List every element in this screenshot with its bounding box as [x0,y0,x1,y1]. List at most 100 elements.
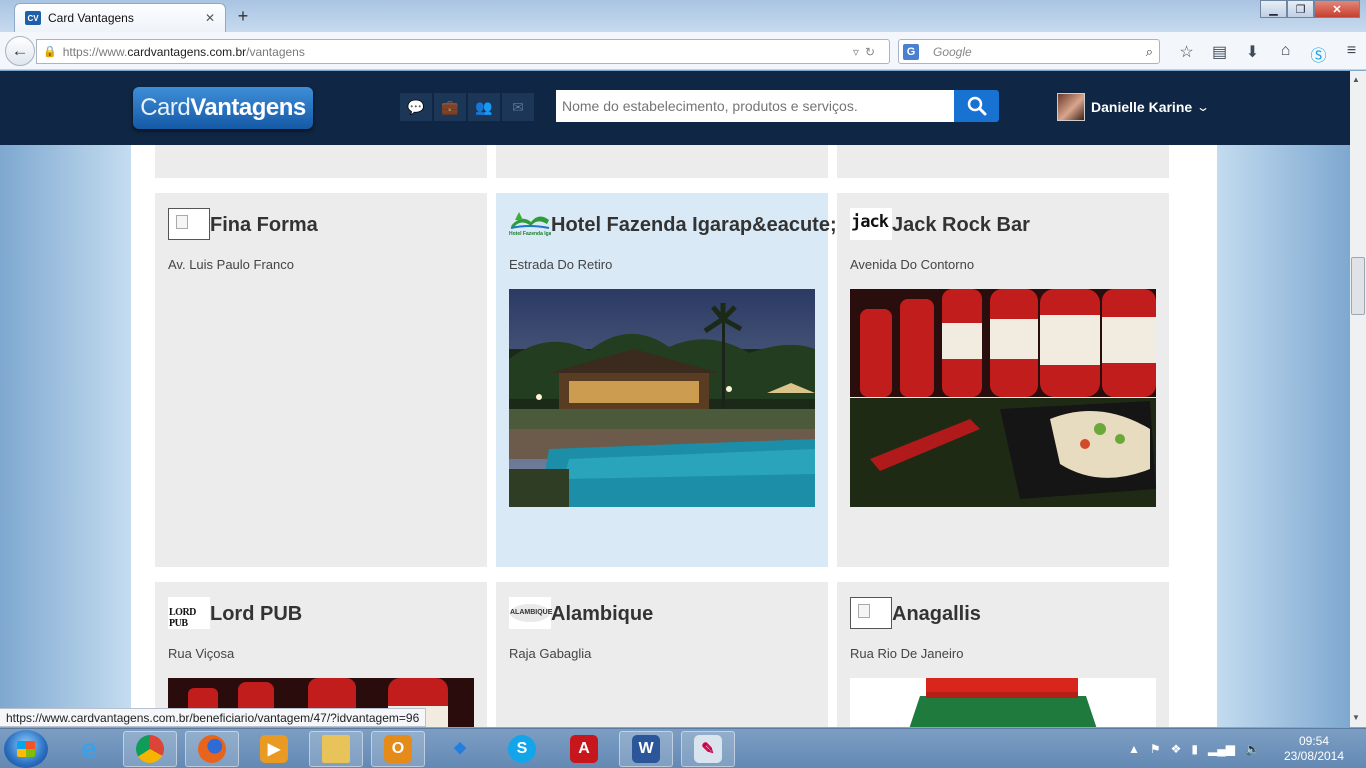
file-explorer-icon[interactable] [309,731,363,767]
acrobat-icon[interactable]: A [557,731,611,767]
establishment-card[interactable]: Hotel Fazenda Igarapés Hotel Fazenda Iga… [496,193,848,567]
home-icon[interactable]: ⌂ [1269,42,1302,66]
site-search-button[interactable] [954,90,999,122]
bookmark-star-icon[interactable]: ☆ [1170,42,1203,66]
window-controls: ▁ ❐ ✕ [1260,0,1360,18]
clock[interactable]: 09:54 23/08/2014 [1274,734,1354,764]
paint-icon[interactable]: ✎ [681,731,735,767]
establishment-address: Avenida Do Contorno [850,257,975,272]
word-icon[interactable]: W [619,731,673,767]
establishment-card-partial[interactable] [837,145,1169,178]
google-icon[interactable]: G [903,43,919,60]
new-tab-button[interactable]: + [232,6,254,27]
firefox-icon[interactable] [185,731,239,767]
internet-explorer-icon[interactable]: e [62,731,116,767]
establishment-card[interactable]: Fina Forma Av. Luis Paulo Franco [155,193,487,567]
establishment-card[interactable]: LORD PUB Lord PUB Rua Viçosa [155,582,487,727]
users-icon[interactable]: 👥 [468,93,500,121]
establishment-address: Raja Gabaglia [509,646,592,661]
establishment-card[interactable]: Anagallis Rua Rio De Janeiro [837,582,1169,727]
mail-icon[interactable]: ✉ [502,93,534,121]
establishment-address: Av. Luis Paulo Franco [168,257,294,272]
browser-search-box[interactable]: G Google ⌕ [898,39,1160,64]
volume-icon[interactable]: 🔈 [1245,742,1260,756]
show-hidden-icons-icon[interactable]: ▲ [1128,742,1140,756]
chat-icon[interactable]: 💬 [400,93,432,121]
establishment-name[interactable]: Lord PUB [210,603,302,626]
logo-placeholder-icon [168,208,210,240]
content-area: Fina Forma Av. Luis Paulo Franco Hotel F… [131,145,1217,727]
establishment-address: Rua Viçosa [168,646,235,661]
establishment-card-partial[interactable] [155,145,487,178]
establishment-card[interactable]: ALAMBIQUE Alambique Raja Gabaglia [496,582,828,727]
establishment-name[interactable]: Hotel Fazenda Igarap&eacute;s [551,214,848,237]
user-menu[interactable]: Danielle Karine ⌄ [1057,93,1210,121]
chrome-icon[interactable] [123,731,177,767]
search-placeholder: Google [933,44,972,59]
search-icon[interactable]: ⌕ [1146,44,1153,60]
establishment-name[interactable]: Jack Rock Bar [892,214,1030,237]
establishment-name[interactable]: Fina Forma [210,214,318,237]
establishment-card[interactable]: jack Jack Rock Bar Avenida Do Contorno [837,193,1169,567]
system-tray: ▲ ⚑ ❖ ▮ ▂▄▆ 🔈 [1128,729,1270,768]
bar-photo[interactable] [850,289,1156,507]
browser-tab-bar: CV Card Vantagens ✕ + ▁ ❐ ✕ [0,0,1366,32]
tab-title: Card Vantagens [48,11,134,25]
network-signal-icon[interactable]: ▂▄▆ [1208,742,1235,756]
clock-date: 23/08/2014 [1283,749,1345,763]
dropbox-icon[interactable]: ❖ [433,731,487,767]
browser-toolbar: ☆ ▤ ⬇ ⌂ Ⓢ ≡ [1170,42,1366,66]
chevron-down-icon[interactable]: ⌄ [1196,100,1210,114]
site-logo[interactable]: Card Vantagens [133,87,313,129]
briefcase-icon[interactable]: 💼 [434,93,466,121]
maximize-button[interactable]: ❐ [1287,0,1314,18]
site-header: CardVantagens 💬 💼 👥 ✉ Danielle Karine ⌄ [0,71,1350,145]
tab-close-icon[interactable]: ✕ [205,11,215,25]
logo-placeholder-icon [850,597,892,629]
site-favicon-icon: CV [25,11,41,25]
site-search-input[interactable] [556,90,954,122]
reading-list-icon[interactable]: ▤ [1203,42,1236,66]
scroll-down-icon[interactable]: ▼ [1352,713,1360,722]
scroll-up-icon[interactable]: ▲ [1352,75,1360,84]
download-icon[interactable]: ⬇ [1236,42,1269,66]
address-bar[interactable]: 🔒 https://www.cardvantagens.com.br/vanta… [36,39,890,64]
browser-nav-bar: ← 🔒 https://www.cardvantagens.com.br/van… [0,32,1366,70]
battery-icon[interactable]: ▮ [1191,742,1198,756]
clock-time: 09:54 [1298,734,1330,748]
lock-icon: 🔒 [43,46,57,58]
page-viewport: Fina Forma Av. Luis Paulo Franco Hotel F… [0,71,1350,727]
lord-pub-logo: LORD PUB [168,597,210,629]
outlook-icon[interactable]: O [371,731,425,767]
skype-icon[interactable]: Ⓢ [1302,42,1335,66]
reload-icon[interactable]: ▿↻ [853,45,881,59]
dropbox-tray-icon[interactable]: ❖ [1171,742,1182,756]
establishment-address: Rua Rio De Janeiro [850,646,964,661]
alambique-logo: ALAMBIQUE [509,597,552,629]
scrollbar[interactable]: ▲ ▼ [1350,71,1366,727]
header-icons: 💬 💼 👥 ✉ [400,93,536,121]
windows-taskbar: e ▶ O ❖ S A W ✎ ▲ ⚑ ❖ ▮ ▂▄▆ 🔈 09:54 23/0… [0,728,1366,768]
action-center-flag-icon[interactable]: ⚑ [1150,742,1161,756]
hotel-logo: Hotel Fazenda Igarapés [509,208,551,240]
jack-logo: jack [850,208,892,240]
back-button[interactable]: ← [5,36,35,66]
menu-icon[interactable]: ≡ [1335,42,1366,66]
establishment-card-partial[interactable] [496,145,828,178]
start-button[interactable] [4,730,48,768]
establishment-address: Estrada Do Retiro [509,257,613,272]
scrollbar-thumb[interactable] [1351,257,1365,315]
user-name: Danielle Karine [1091,99,1193,115]
search-icon [967,96,986,116]
establishment-name[interactable]: Alambique [551,603,653,626]
media-player-icon[interactable]: ▶ [247,731,301,767]
avatar [1057,93,1085,121]
url-text: https://www.cardvantagens.com.br/vantage… [62,44,305,59]
establishment-name[interactable]: Anagallis [892,603,981,626]
minimize-button[interactable]: ▁ [1260,0,1287,18]
browser-tab[interactable]: CV Card Vantagens ✕ [14,3,226,32]
skype-icon[interactable]: S [495,731,549,767]
product-photo[interactable] [850,678,1156,727]
close-window-button[interactable]: ✕ [1314,0,1360,18]
hotel-photo[interactable] [509,289,815,507]
